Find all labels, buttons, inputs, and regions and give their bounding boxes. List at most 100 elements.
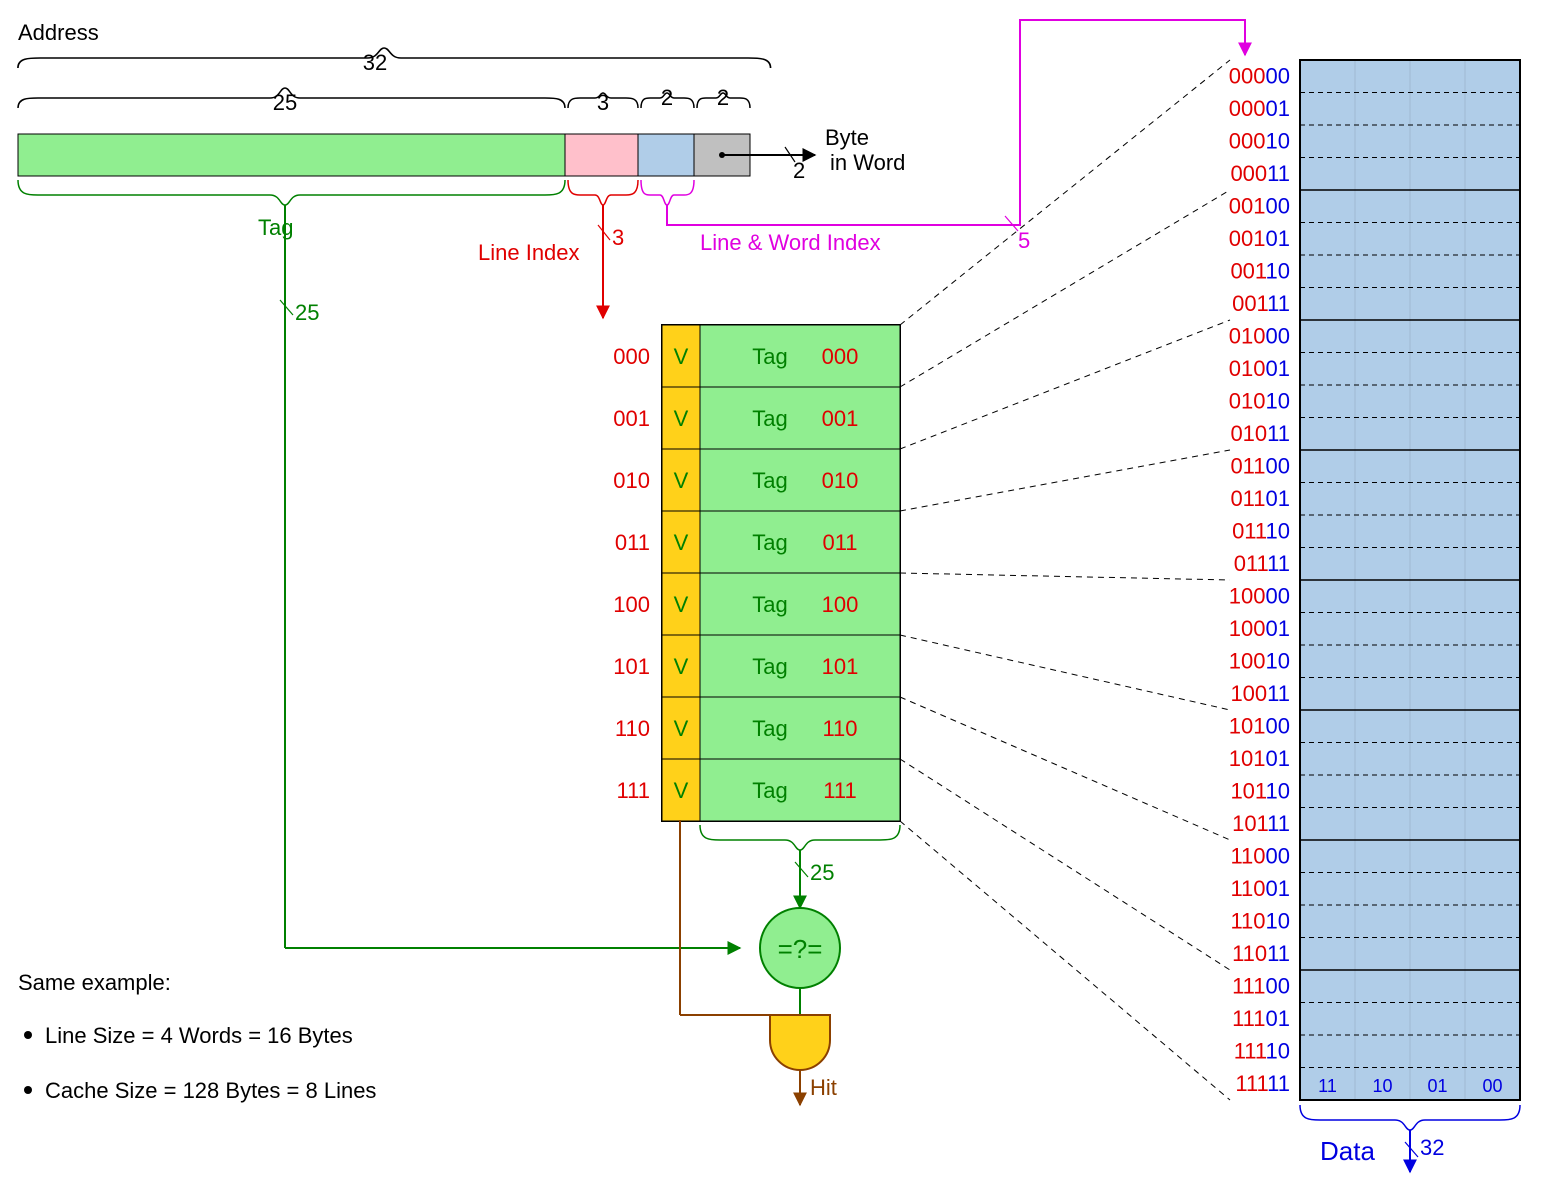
data-label: Data: [1320, 1136, 1375, 1166]
data-row-index: 00001: [1229, 96, 1290, 121]
data-row-index: 11110: [1234, 1038, 1290, 1063]
svg-text:V: V: [674, 530, 689, 555]
cache-tag-width: 25: [810, 860, 834, 885]
data-row-index: 10111: [1232, 811, 1290, 836]
data-row-index: 10101: [1229, 746, 1290, 771]
data-row-index: 00110: [1230, 258, 1290, 283]
cache-table: 000 V Tag 000 001 V Tag 001 010 V Tag 010 011 V Tag 011…: [613, 325, 900, 821]
line-word-label: Line & Word Index: [700, 230, 881, 255]
svg-text:10: 10: [1372, 1076, 1392, 1096]
svg-text:Tag: Tag: [752, 716, 787, 741]
data-row-index: 01110: [1232, 518, 1290, 543]
cache-index: 100: [613, 592, 650, 617]
svg-text:Tag: Tag: [752, 468, 787, 493]
svg-text:Tag: Tag: [752, 778, 787, 803]
svg-text:Tag: Tag: [752, 654, 787, 679]
data-row-index: 10001: [1229, 616, 1290, 641]
cache-index: 111: [617, 778, 650, 803]
svg-text:010: 010: [822, 468, 859, 493]
field-tag: [18, 134, 565, 176]
brace-cache-tag: [700, 825, 900, 850]
svg-text:110: 110: [822, 716, 857, 741]
data-row-index: 01001: [1229, 356, 1290, 381]
svg-text:V: V: [674, 654, 689, 679]
svg-text:25: 25: [273, 90, 297, 115]
line-index-width: 3: [612, 225, 624, 250]
byte-width: 2: [793, 158, 805, 183]
data-row-index: 11101: [1232, 1006, 1290, 1031]
address-title: Address: [18, 20, 99, 45]
cache-index: 011: [615, 530, 650, 555]
data-row-index: 01101: [1230, 486, 1290, 511]
data-row-index: 00011: [1230, 161, 1290, 186]
svg-text:111: 111: [823, 778, 856, 803]
svg-text:101: 101: [822, 654, 859, 679]
line-index-label: Line Index: [478, 240, 580, 265]
data-row-index: 00000: [1229, 63, 1290, 88]
data-row-index: 01100: [1230, 453, 1290, 478]
data-row-index: 01000: [1229, 323, 1290, 348]
svg-text:01: 01: [1427, 1076, 1447, 1096]
hit-label: Hit: [810, 1075, 837, 1100]
data-width: 32: [1420, 1135, 1444, 1160]
field-line-index: [565, 134, 638, 176]
example-title: Same example:: [18, 970, 171, 995]
data-labels: 0000000001000100001100100001010011000111…: [1229, 63, 1290, 1096]
data-row-index: 10010: [1229, 648, 1290, 673]
tag-label: Tag: [258, 215, 293, 240]
cache-index: 000: [613, 344, 650, 369]
svg-text:V: V: [674, 778, 689, 803]
tag-wire-width: 25: [295, 300, 319, 325]
svg-text:000: 000: [822, 344, 859, 369]
data-row-index: 10000: [1229, 583, 1290, 608]
cache-index: 101: [613, 654, 650, 679]
svg-text:100: 100: [822, 592, 859, 617]
svg-text:V: V: [674, 592, 689, 617]
cache-index: 001: [613, 406, 650, 431]
cache-index: 110: [615, 716, 650, 741]
svg-text:Tag: Tag: [752, 344, 787, 369]
label-2b: 2: [717, 85, 729, 110]
line-word-width: 5: [1018, 228, 1030, 253]
data-row-index: 11001: [1230, 876, 1290, 901]
brace-data: [1300, 1105, 1520, 1130]
line-word-path: [667, 20, 1245, 225]
data-row-index: 00010: [1229, 128, 1290, 153]
data-row-index: 01111: [1234, 551, 1290, 576]
svg-text:00: 00: [1482, 1076, 1502, 1096]
byte-in-word-1: Byte: [825, 125, 869, 150]
data-row-index: 10110: [1230, 778, 1290, 803]
brace-32: 32: [18, 48, 771, 75]
data-row-index: 11000: [1230, 843, 1290, 868]
example-item-1: Cache Size = 128 Bytes = 8 Lines: [45, 1078, 376, 1103]
svg-text:V: V: [674, 344, 689, 369]
label-2a: 2: [661, 85, 673, 110]
svg-text:001: 001: [822, 406, 859, 431]
svg-text:Tag: Tag: [752, 592, 787, 617]
cache-index: 010: [613, 468, 650, 493]
map-lines: [900, 60, 1230, 1100]
svg-text:V: V: [674, 468, 689, 493]
data-row-index: 00100: [1229, 193, 1290, 218]
data-row-index: 10100: [1229, 713, 1290, 738]
data-row-index: 11111: [1235, 1071, 1290, 1096]
svg-text:32: 32: [363, 50, 387, 75]
brace-tag: [18, 180, 565, 205]
data-row-index: 11010: [1230, 908, 1290, 933]
byte-in-word-2: in Word: [830, 150, 905, 175]
label-3: 3: [597, 90, 609, 115]
svg-text:V: V: [674, 716, 689, 741]
field-word: [638, 134, 694, 176]
svg-text:V: V: [674, 406, 689, 431]
example-item-0: Line Size = 4 Words = 16 Bytes: [45, 1023, 353, 1048]
data-row-index: 11100: [1232, 973, 1290, 998]
data-row-index: 01011: [1230, 421, 1290, 446]
data-row-index: 00101: [1229, 226, 1290, 251]
svg-text:011: 011: [822, 530, 857, 555]
brace-25: 25: [18, 88, 565, 115]
brace-line-index: [568, 180, 638, 205]
data-row-index: 10011: [1230, 681, 1290, 706]
data-row-index: 11011: [1232, 941, 1290, 966]
data-array: 11100100: [1300, 60, 1520, 1100]
svg-text:Tag: Tag: [752, 406, 787, 431]
